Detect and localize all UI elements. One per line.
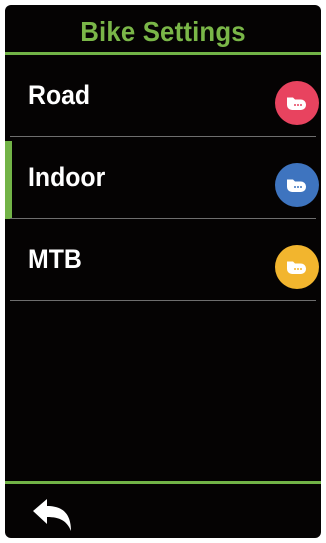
bike-item-indoor[interactable]: Indoor (5, 137, 321, 219)
header: Bike Settings (5, 5, 321, 55)
bike-item-mtb[interactable]: MTB (5, 219, 321, 301)
page-title: Bike Settings (80, 16, 246, 47)
selection-indicator (5, 141, 12, 219)
bike-profile-icon (275, 245, 319, 289)
list-divider (10, 300, 316, 301)
footer-divider (5, 481, 321, 484)
back-arrow-icon (33, 499, 71, 531)
device-screen: Bike Settings Road Indoor MTB (5, 5, 321, 538)
bike-item-road[interactable]: Road (5, 55, 321, 137)
bike-list: Road Indoor MTB (5, 55, 321, 301)
bike-item-label: Indoor (28, 162, 106, 192)
bike-profile-icon (275, 163, 319, 207)
bike-item-label: MTB (28, 244, 82, 274)
back-button[interactable] (29, 497, 77, 533)
bike-item-label: Road (28, 80, 91, 110)
bike-profile-icon (275, 81, 319, 125)
